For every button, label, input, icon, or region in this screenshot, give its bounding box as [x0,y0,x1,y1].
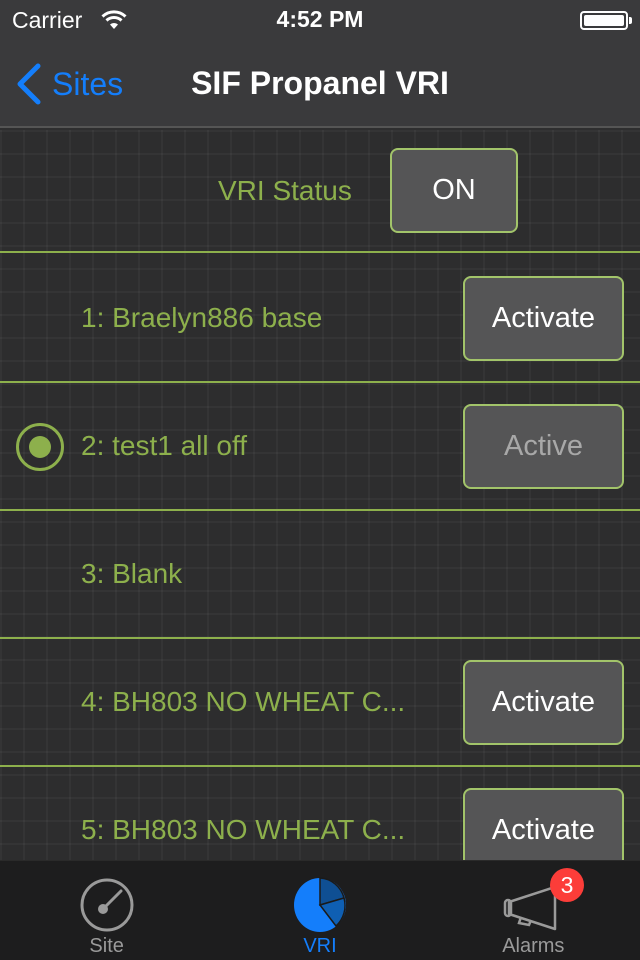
tab-alarms[interactable]: Alarms [427,861,640,960]
pie-chart-icon [293,877,346,932]
clock: 4:52 PM [276,6,364,32]
prescription-row[interactable]: 2: test1 all off Active [0,383,640,511]
tab-bar: Site VRI Alarms 3 [0,860,640,960]
prescription-name: 5: BH803 NO WHEAT C... [81,814,406,845]
prescription-name: 4: BH803 NO WHEAT C... [81,686,406,717]
battery-tip [629,17,632,24]
prescription-name: 3: Blank [81,558,183,589]
prescription-row[interactable]: 4: BH803 NO WHEAT C... Activate [0,639,640,767]
gauge-icon [80,878,134,932]
page-title: SIF Propanel VRI [191,65,449,101]
prescription-name: 2: test1 all off [81,430,248,461]
tab-vri[interactable]: VRI [213,861,426,960]
activate-button[interactable]: Activate [463,660,624,745]
vri-status-toggle-button[interactable]: ON [390,148,518,233]
activate-button[interactable]: Activate [463,276,624,361]
alarms-badge: 3 [550,868,584,902]
prescription-row[interactable]: 3: Blank [0,511,640,639]
vri-status-row: VRI Status ON [0,130,640,253]
selected-radio-icon [16,423,64,471]
prescription-name: 1: Braelyn886 base [81,302,323,333]
prescription-row[interactable]: 1: Braelyn886 base Activate [0,255,640,383]
tab-label: VRI [303,935,337,957]
tab-site[interactable]: Site [0,861,213,960]
navigation-bar: Sites SIF Propanel VRI [0,40,640,128]
vri-status-label: VRI Status [218,175,352,206]
tab-label: Alarms [502,935,565,957]
activate-button[interactable]: Activate [463,788,624,860]
tab-label: Site [89,935,124,957]
battery-icon [580,11,628,30]
status-bar: Carrier 4:52 PM [0,0,640,40]
active-button[interactable]: Active [463,404,624,489]
content-area: VRI Status ON 1: Braelyn886 base Activat… [0,130,640,860]
prescription-row[interactable]: 5: BH803 NO WHEAT C... Activate [0,767,640,860]
